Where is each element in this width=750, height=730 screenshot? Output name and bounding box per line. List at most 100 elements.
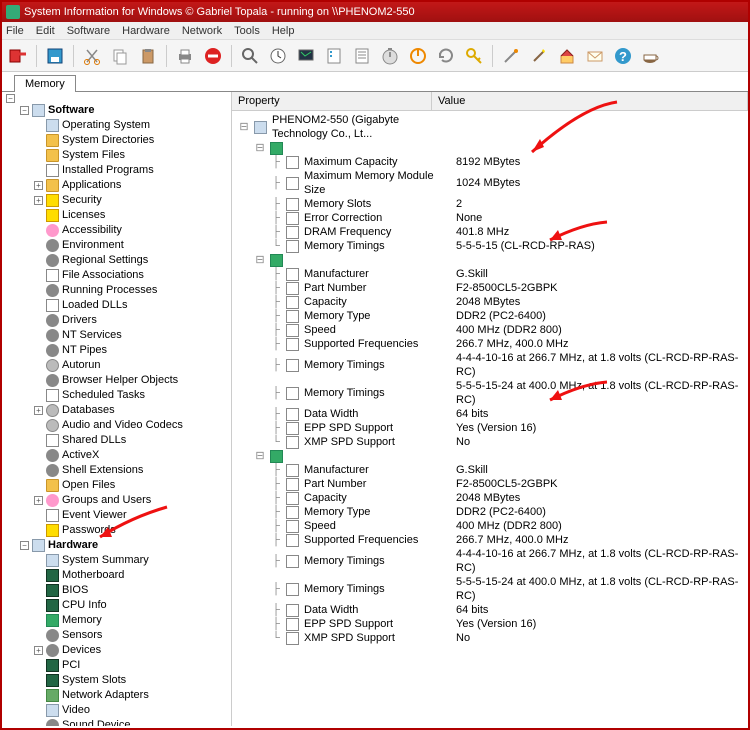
clock-icon[interactable] — [266, 44, 290, 68]
tree-glyph[interactable]: ├ — [266, 358, 286, 372]
tree-item[interactable]: +Applications — [34, 178, 229, 193]
property-row[interactable]: ├Capacity2048 MBytes — [232, 491, 748, 505]
refresh-icon[interactable] — [434, 44, 458, 68]
tree-item[interactable]: Drivers — [34, 313, 229, 328]
tree-glyph[interactable]: ├ — [266, 554, 286, 568]
tree-item[interactable]: System Slots — [34, 673, 229, 688]
coffee-icon[interactable] — [639, 44, 663, 68]
property-row[interactable]: ⊟PHENOM2-550 (Gigabyte Technology Co., L… — [232, 113, 748, 141]
section-header[interactable]: ⊟Device LocatorSlot 2 — [232, 449, 748, 463]
property-row[interactable]: ├Error CorrectionNone — [232, 211, 748, 225]
property-row[interactable]: ├Speed400 MHz (DDR2 800) — [232, 519, 748, 533]
tree-item[interactable]: +Devices — [34, 643, 229, 658]
tree-item[interactable]: Passwords — [34, 523, 229, 538]
menu-tools[interactable]: Tools — [234, 25, 260, 37]
tree-glyph[interactable]: ├ — [266, 337, 286, 351]
tree-item[interactable]: System Summary — [34, 553, 229, 568]
tree-item[interactable]: Scheduled Tasks — [34, 388, 229, 403]
tree-glyph[interactable]: ├ — [266, 155, 286, 169]
tree-glyph[interactable]: └ — [266, 631, 286, 645]
tree-glyph[interactable]: └ — [266, 435, 286, 449]
wizard-icon[interactable] — [527, 44, 551, 68]
search-icon[interactable] — [238, 44, 262, 68]
property-row[interactable]: ├Part NumberF2-8500CL5-2GBPK — [232, 477, 748, 491]
property-row[interactable]: ├Data Width64 bits — [232, 407, 748, 421]
menu-help[interactable]: Help — [272, 25, 295, 37]
property-row[interactable]: ├ManufacturerG.Skill — [232, 463, 748, 477]
property-row[interactable]: ├EPP SPD SupportYes (Version 16) — [232, 617, 748, 631]
property-row[interactable]: └Memory Timings5-5-5-15 (CL-RCD-RP-RAS) — [232, 239, 748, 253]
stop-icon[interactable] — [201, 44, 225, 68]
tree-item[interactable]: Operating System — [34, 118, 229, 133]
collapse-icon[interactable]: − — [6, 94, 15, 103]
tree-item[interactable]: +Groups and Users — [34, 493, 229, 508]
menu-software[interactable]: Software — [67, 25, 110, 37]
tree-item[interactable]: Sensors — [34, 628, 229, 643]
menu-edit[interactable]: Edit — [36, 25, 55, 37]
help-icon[interactable]: ? — [611, 44, 635, 68]
cut-icon[interactable] — [80, 44, 104, 68]
property-row[interactable]: ├DRAM Frequency401.8 MHz — [232, 225, 748, 239]
collapse-icon[interactable]: − — [20, 106, 29, 115]
tree-item[interactable]: Audio and Video Codecs — [34, 418, 229, 433]
tree-section[interactable]: −Hardware — [20, 538, 229, 553]
tree-glyph[interactable]: ├ — [266, 477, 286, 491]
tree-glyph[interactable]: ⊟ — [234, 120, 254, 134]
tree-glyph[interactable]: ├ — [266, 603, 286, 617]
copy-icon[interactable] — [108, 44, 132, 68]
tree-glyph[interactable]: ├ — [266, 617, 286, 631]
property-row[interactable]: └XMP SPD SupportNo — [232, 435, 748, 449]
property-row[interactable]: ├Supported Frequencies266.7 MHz, 400.0 M… — [232, 337, 748, 351]
tree-item[interactable]: Licenses — [34, 208, 229, 223]
property-row[interactable]: ├ManufacturerG.Skill — [232, 267, 748, 281]
tree-glyph[interactable]: ├ — [266, 176, 286, 190]
tree-glyph[interactable]: ├ — [266, 211, 286, 225]
tree-glyph[interactable]: ├ — [266, 407, 286, 421]
print-icon[interactable] — [173, 44, 197, 68]
export-icon[interactable] — [6, 44, 30, 68]
key-icon[interactable] — [462, 44, 486, 68]
property-row[interactable]: ├Memory Timings4-4-4-10-16 at 266.7 MHz,… — [232, 351, 748, 379]
tree-glyph[interactable]: └ — [266, 239, 286, 253]
tree-item[interactable]: Loaded DLLs — [34, 298, 229, 313]
section-header[interactable]: ⊟Memory Summary — [232, 141, 748, 155]
tree-panel[interactable]: −−SoftwareOperating SystemSystem Directo… — [2, 92, 232, 726]
tree-item[interactable]: Motherboard — [34, 568, 229, 583]
expand-icon[interactable]: + — [34, 646, 43, 655]
tree-item[interactable]: Browser Helper Objects — [34, 373, 229, 388]
expand-icon[interactable]: + — [34, 496, 43, 505]
property-row[interactable]: ├Part NumberF2-8500CL5-2GBPK — [232, 281, 748, 295]
tree-section[interactable]: −Software — [20, 103, 229, 118]
tree-glyph[interactable]: ├ — [266, 197, 286, 211]
tree-glyph[interactable]: ├ — [266, 582, 286, 596]
tree-item[interactable]: +Databases — [34, 403, 229, 418]
tree-item[interactable]: +Security — [34, 193, 229, 208]
menu-network[interactable]: Network — [182, 25, 222, 37]
menu-hardware[interactable]: Hardware — [122, 25, 170, 37]
expand-icon[interactable]: + — [34, 406, 43, 415]
power-icon[interactable] — [406, 44, 430, 68]
property-row[interactable]: ├Data Width64 bits — [232, 603, 748, 617]
property-row[interactable]: ├Capacity2048 MBytes — [232, 295, 748, 309]
col-property[interactable]: Property — [232, 92, 432, 110]
list-icon[interactable] — [350, 44, 374, 68]
tree-root[interactable]: − — [6, 94, 229, 103]
property-row[interactable]: ├EPP SPD SupportYes (Version 16) — [232, 421, 748, 435]
monitor-icon[interactable] — [294, 44, 318, 68]
tree-item[interactable]: File Associations — [34, 268, 229, 283]
tree-glyph[interactable]: ⊟ — [250, 449, 270, 463]
tab-memory[interactable]: Memory — [14, 75, 76, 92]
property-row[interactable]: ├Memory Timings5-5-5-15-24 at 400.0 MHz,… — [232, 379, 748, 407]
tree-item[interactable]: Regional Settings — [34, 253, 229, 268]
tree-glyph[interactable]: ├ — [266, 463, 286, 477]
tree-item[interactable]: Memory — [34, 613, 229, 628]
tree-item[interactable]: Installed Programs — [34, 163, 229, 178]
home-icon[interactable] — [555, 44, 579, 68]
collapse-icon[interactable]: − — [20, 541, 29, 550]
expand-icon[interactable]: + — [34, 196, 43, 205]
property-row[interactable]: ├Maximum Capacity8192 MBytes — [232, 155, 748, 169]
tree-glyph[interactable]: ⊟ — [250, 141, 270, 155]
tree-glyph[interactable]: ⊟ — [250, 253, 270, 267]
tree-item[interactable]: Running Processes — [34, 283, 229, 298]
property-row[interactable]: ├Memory Slots2 — [232, 197, 748, 211]
